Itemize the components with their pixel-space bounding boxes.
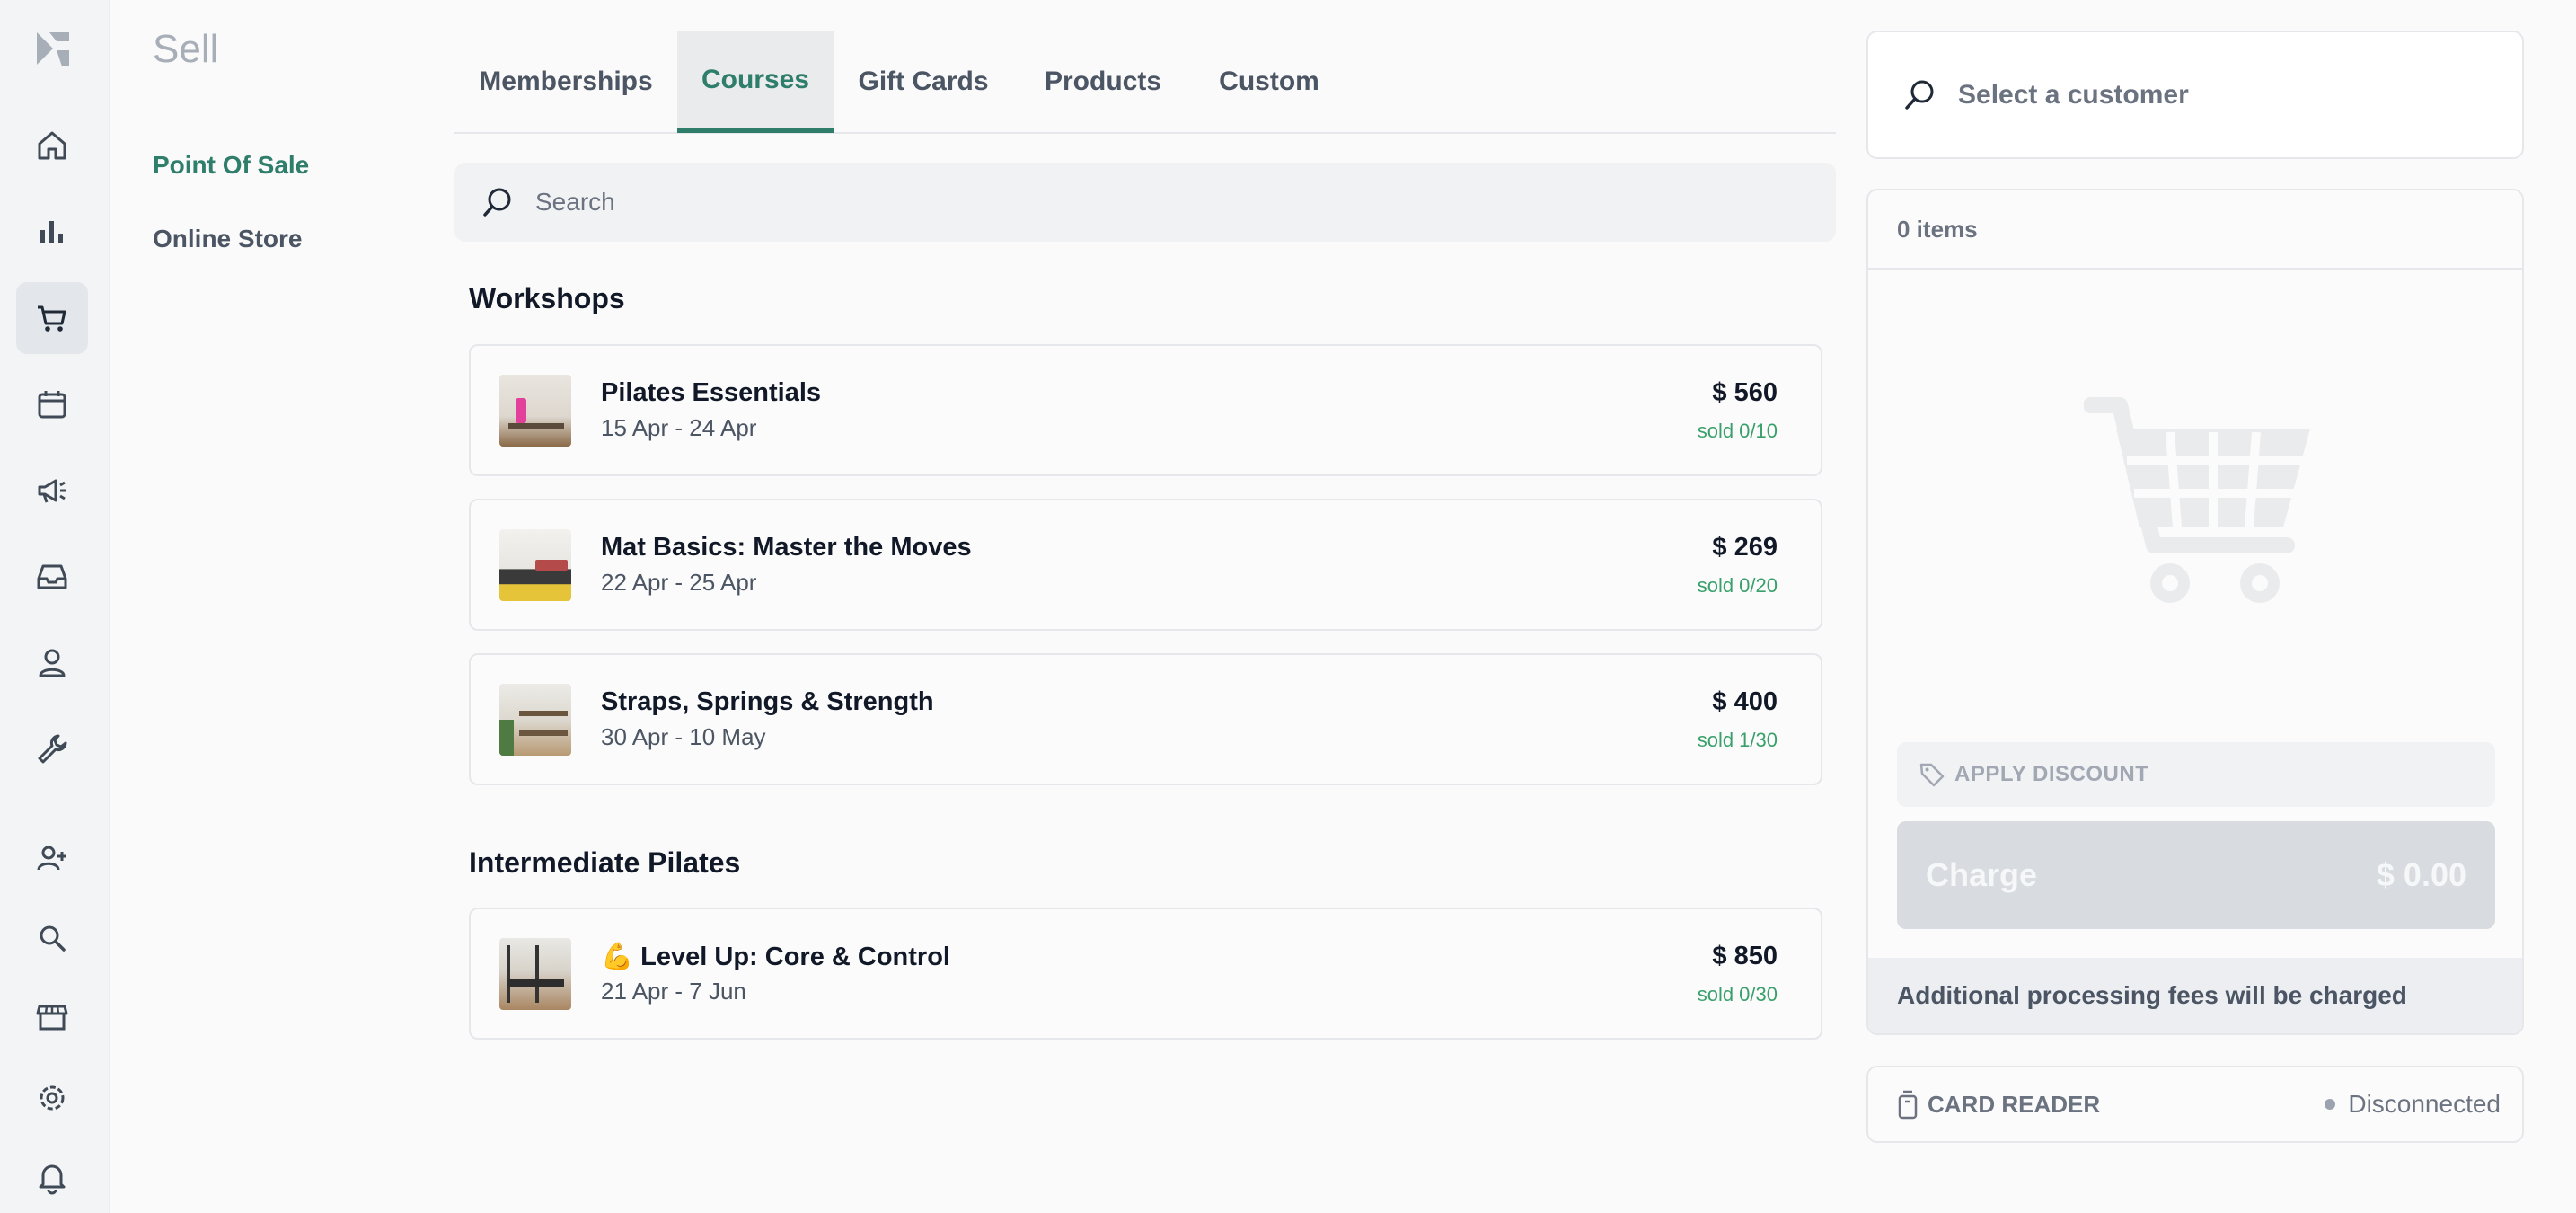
group-title-intermediate-pilates: Intermediate Pilates	[469, 846, 741, 879]
card-reader-connection: Disconnected	[2348, 1090, 2501, 1118]
store-icon[interactable]	[16, 981, 88, 1053]
search-icon	[1905, 80, 1934, 110]
wrench-icon[interactable]	[16, 713, 88, 785]
tab-products[interactable]: Products	[1013, 31, 1193, 133]
bar-chart-icon[interactable]	[16, 196, 88, 268]
course-thumbnail	[499, 529, 571, 601]
course-thumbnail	[499, 375, 571, 447]
tag-icon	[1919, 763, 1945, 787]
empty-cart-icon	[2084, 397, 2310, 603]
course-name: Straps, Springs & Strength	[601, 687, 934, 716]
nav-online-store[interactable]: Online Store	[153, 225, 302, 253]
charge-button[interactable]: Charge $ 0.00	[1897, 821, 2495, 929]
course-thumbnail	[499, 684, 571, 756]
home-icon[interactable]	[16, 110, 88, 182]
course-card[interactable]: Pilates Essentials 15 Apr - 24 Apr $ 560…	[469, 344, 1822, 476]
shopping-cart-icon[interactable]	[16, 282, 88, 354]
apply-discount-button[interactable]: APPLY DISCOUNT	[1897, 742, 2495, 807]
gear-icon[interactable]	[16, 1062, 88, 1134]
course-dates: 30 Apr - 10 May	[601, 723, 766, 750]
tab-memberships[interactable]: Memberships	[454, 31, 677, 133]
customer-selector[interactable]: Select a customer	[1866, 31, 2524, 159]
logo-icon[interactable]	[30, 27, 75, 72]
card-reader-status[interactable]: CARD READER Disconnected	[1866, 1066, 2524, 1143]
search-bar	[454, 163, 1836, 242]
calendar-icon[interactable]	[16, 368, 88, 440]
nav-point-of-sale[interactable]: Point Of Sale	[153, 151, 309, 180]
inbox-icon[interactable]	[16, 541, 88, 613]
course-price: $ 400	[1712, 687, 1778, 716]
course-sold-count: sold 0/20	[1697, 574, 1778, 597]
category-tabs: Memberships Courses Gift Cards Products …	[454, 31, 1836, 134]
course-card[interactable]: 💪 Level Up: Core & Control 21 Apr - 7 Ju…	[469, 908, 1822, 1040]
bell-icon[interactable]	[16, 1141, 88, 1213]
card-reader-label: CARD READER	[1928, 1090, 2101, 1118]
course-price: $ 850	[1712, 942, 1778, 970]
add-user-icon[interactable]	[16, 823, 88, 895]
customer-placeholder: Select a customer	[1958, 79, 2189, 110]
course-sold-count: sold 1/30	[1697, 729, 1778, 751]
user-icon[interactable]	[16, 627, 88, 699]
processing-fees-note: Additional processing fees will be charg…	[1868, 958, 2522, 1033]
tab-gift-cards[interactable]: Gift Cards	[834, 31, 1013, 133]
course-price: $ 269	[1712, 533, 1778, 562]
course-dates: 21 Apr - 7 Jun	[601, 978, 746, 1005]
group-title-workshops: Workshops	[469, 282, 625, 314]
section-title: Sell	[153, 27, 219, 71]
course-name: 💪 Level Up: Core & Control	[601, 943, 950, 971]
course-card[interactable]: Straps, Springs & Strength 30 Apr - 10 M…	[469, 653, 1822, 785]
search-icon	[483, 188, 511, 217]
cart-item-count: 0 items	[1868, 190, 2522, 270]
search-input[interactable]	[535, 188, 1793, 217]
course-card[interactable]: Mat Basics: Master the Moves 22 Apr - 25…	[469, 499, 1822, 631]
course-dates: 22 Apr - 25 Apr	[601, 569, 757, 596]
course-dates: 15 Apr - 24 Apr	[601, 414, 757, 441]
megaphone-icon[interactable]	[16, 455, 88, 527]
course-name: Mat Basics: Master the Moves	[601, 533, 972, 562]
search-icon[interactable]	[16, 902, 88, 974]
apply-discount-label: APPLY DISCOUNT	[1954, 762, 2149, 786]
charge-amount: $ 0.00	[2376, 856, 2466, 893]
nav-rail	[0, 0, 110, 1213]
tab-custom[interactable]: Custom	[1193, 31, 1345, 133]
status-dot	[2325, 1099, 2336, 1110]
course-sold-count: sold 0/30	[1697, 983, 1778, 1005]
card-reader-icon	[1898, 1090, 1918, 1120]
course-thumbnail	[499, 938, 571, 1010]
cart-panel: 0 items APPLY DISCOUNT Charge $ 0.00 Add…	[1866, 189, 2524, 1035]
tab-courses[interactable]: Courses	[677, 31, 834, 133]
course-name: Pilates Essentials	[601, 378, 822, 407]
course-price: $ 560	[1712, 378, 1778, 407]
course-sold-count: sold 0/10	[1697, 420, 1778, 442]
charge-label: Charge	[1926, 856, 2038, 893]
